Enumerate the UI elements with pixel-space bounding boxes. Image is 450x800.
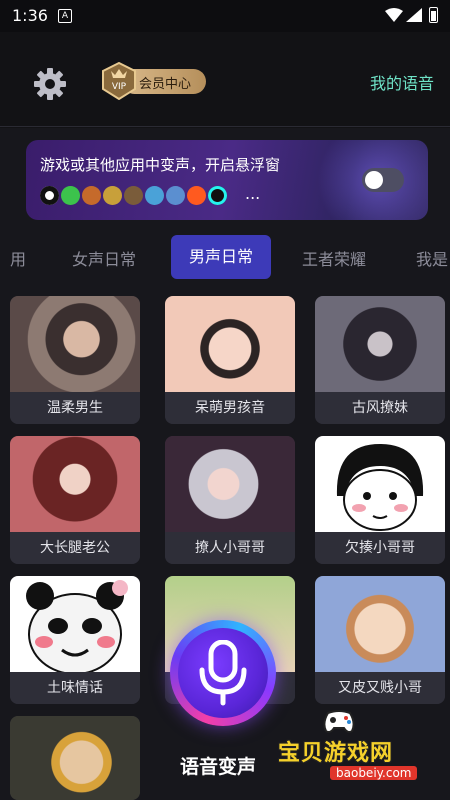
battery-icon: [429, 7, 438, 23]
voice-card[interactable]: 大长腿老公: [10, 436, 140, 564]
app-icons-row: [40, 186, 227, 208]
wifi-icon: [385, 8, 403, 22]
status-bar: 1:36 A: [0, 0, 450, 32]
gear-icon[interactable]: [32, 66, 68, 102]
voice-avatar: [165, 296, 295, 392]
voice-label: 欠揍小哥哥: [315, 532, 445, 564]
tab-male-daily[interactable]: 男声日常: [171, 235, 271, 279]
tab-honor-of-kings[interactable]: 王者荣耀: [302, 246, 366, 270]
voice-label: 撩人小哥哥: [165, 532, 295, 564]
voice-change-label: 语音变声: [180, 756, 257, 778]
vip-badge-text: VIP: [112, 82, 127, 92]
game-app-icon: [166, 186, 185, 205]
meme-face-illustration: [336, 444, 424, 531]
game-app-icon: [82, 186, 101, 205]
banner-text: 游戏或其他应用中变声，开启悬浮窗: [40, 156, 281, 174]
voice-avatar: [10, 716, 140, 800]
my-voice-link[interactable]: 我的语音: [370, 70, 434, 94]
voice-card[interactable]: 呆萌男孩音: [165, 296, 295, 424]
status-time: 1:36: [12, 6, 48, 25]
toggle-knob: [365, 171, 383, 189]
voice-card[interactable]: 土味情话: [10, 576, 140, 704]
header-divider: [0, 126, 450, 127]
signal-icon: [406, 8, 422, 22]
voice-card[interactable]: 欠揍小哥哥: [315, 436, 445, 564]
microphone-icon: [199, 640, 247, 706]
voice-card[interactable]: 古风撩妹: [315, 296, 445, 424]
vip-center-label: 会员中心: [139, 77, 192, 92]
voice-label: 古风撩妹: [315, 392, 445, 424]
tab-female-daily[interactable]: 女声日常: [72, 246, 136, 270]
voice-label: 土味情话: [10, 672, 140, 704]
category-tabs: 用 女声日常 男声日常 王者荣耀 我是: [0, 230, 450, 280]
banner-ellipsis: ...: [245, 184, 261, 203]
voice-card[interactable]: 温柔男生: [10, 296, 140, 424]
voice-avatar: [315, 436, 445, 532]
notification-a-icon: A: [58, 9, 72, 23]
floating-window-toggle[interactable]: [362, 168, 404, 192]
game-controller-icon: [323, 710, 355, 733]
kuaishou-app-icon: [187, 186, 206, 205]
vip-crown-badge-icon: VIP: [102, 62, 136, 100]
voice-avatar: [10, 576, 140, 675]
watermark-text: 宝贝游戏网: [278, 741, 394, 766]
watermark-url: baobeiy.com: [330, 766, 418, 780]
voice-label: 大长腿老公: [10, 532, 140, 564]
game-app-icon: [145, 186, 164, 205]
voice-avatar: [315, 296, 445, 392]
voice-avatar: [165, 436, 295, 532]
douyin-app-icon: [208, 186, 227, 205]
voice-change-mic-button[interactable]: [170, 620, 276, 726]
voice-card[interactable]: 撩人小哥哥: [165, 436, 295, 564]
game-app-icon: [103, 186, 122, 205]
panda-meme-illustration: [26, 580, 128, 675]
voice-card[interactable]: [10, 716, 140, 800]
vip-center-button[interactable]: 会员中心 VIP: [100, 62, 208, 100]
tab-partial-left[interactable]: 用: [10, 246, 26, 270]
voice-label: 又皮又贱小哥: [315, 672, 445, 704]
voice-label: 温柔男生: [10, 392, 140, 424]
qq-app-icon: [40, 186, 59, 205]
voice-avatar: [10, 436, 140, 532]
voice-label: 呆萌男孩音: [165, 392, 295, 424]
wechat-app-icon: [61, 186, 80, 205]
voice-avatar: [10, 296, 140, 392]
voice-card[interactable]: 又皮又贱小哥: [315, 576, 445, 704]
tab-partial-right[interactable]: 我是: [416, 246, 448, 270]
game-app-icon: [124, 186, 143, 205]
voice-avatar: [315, 576, 445, 672]
